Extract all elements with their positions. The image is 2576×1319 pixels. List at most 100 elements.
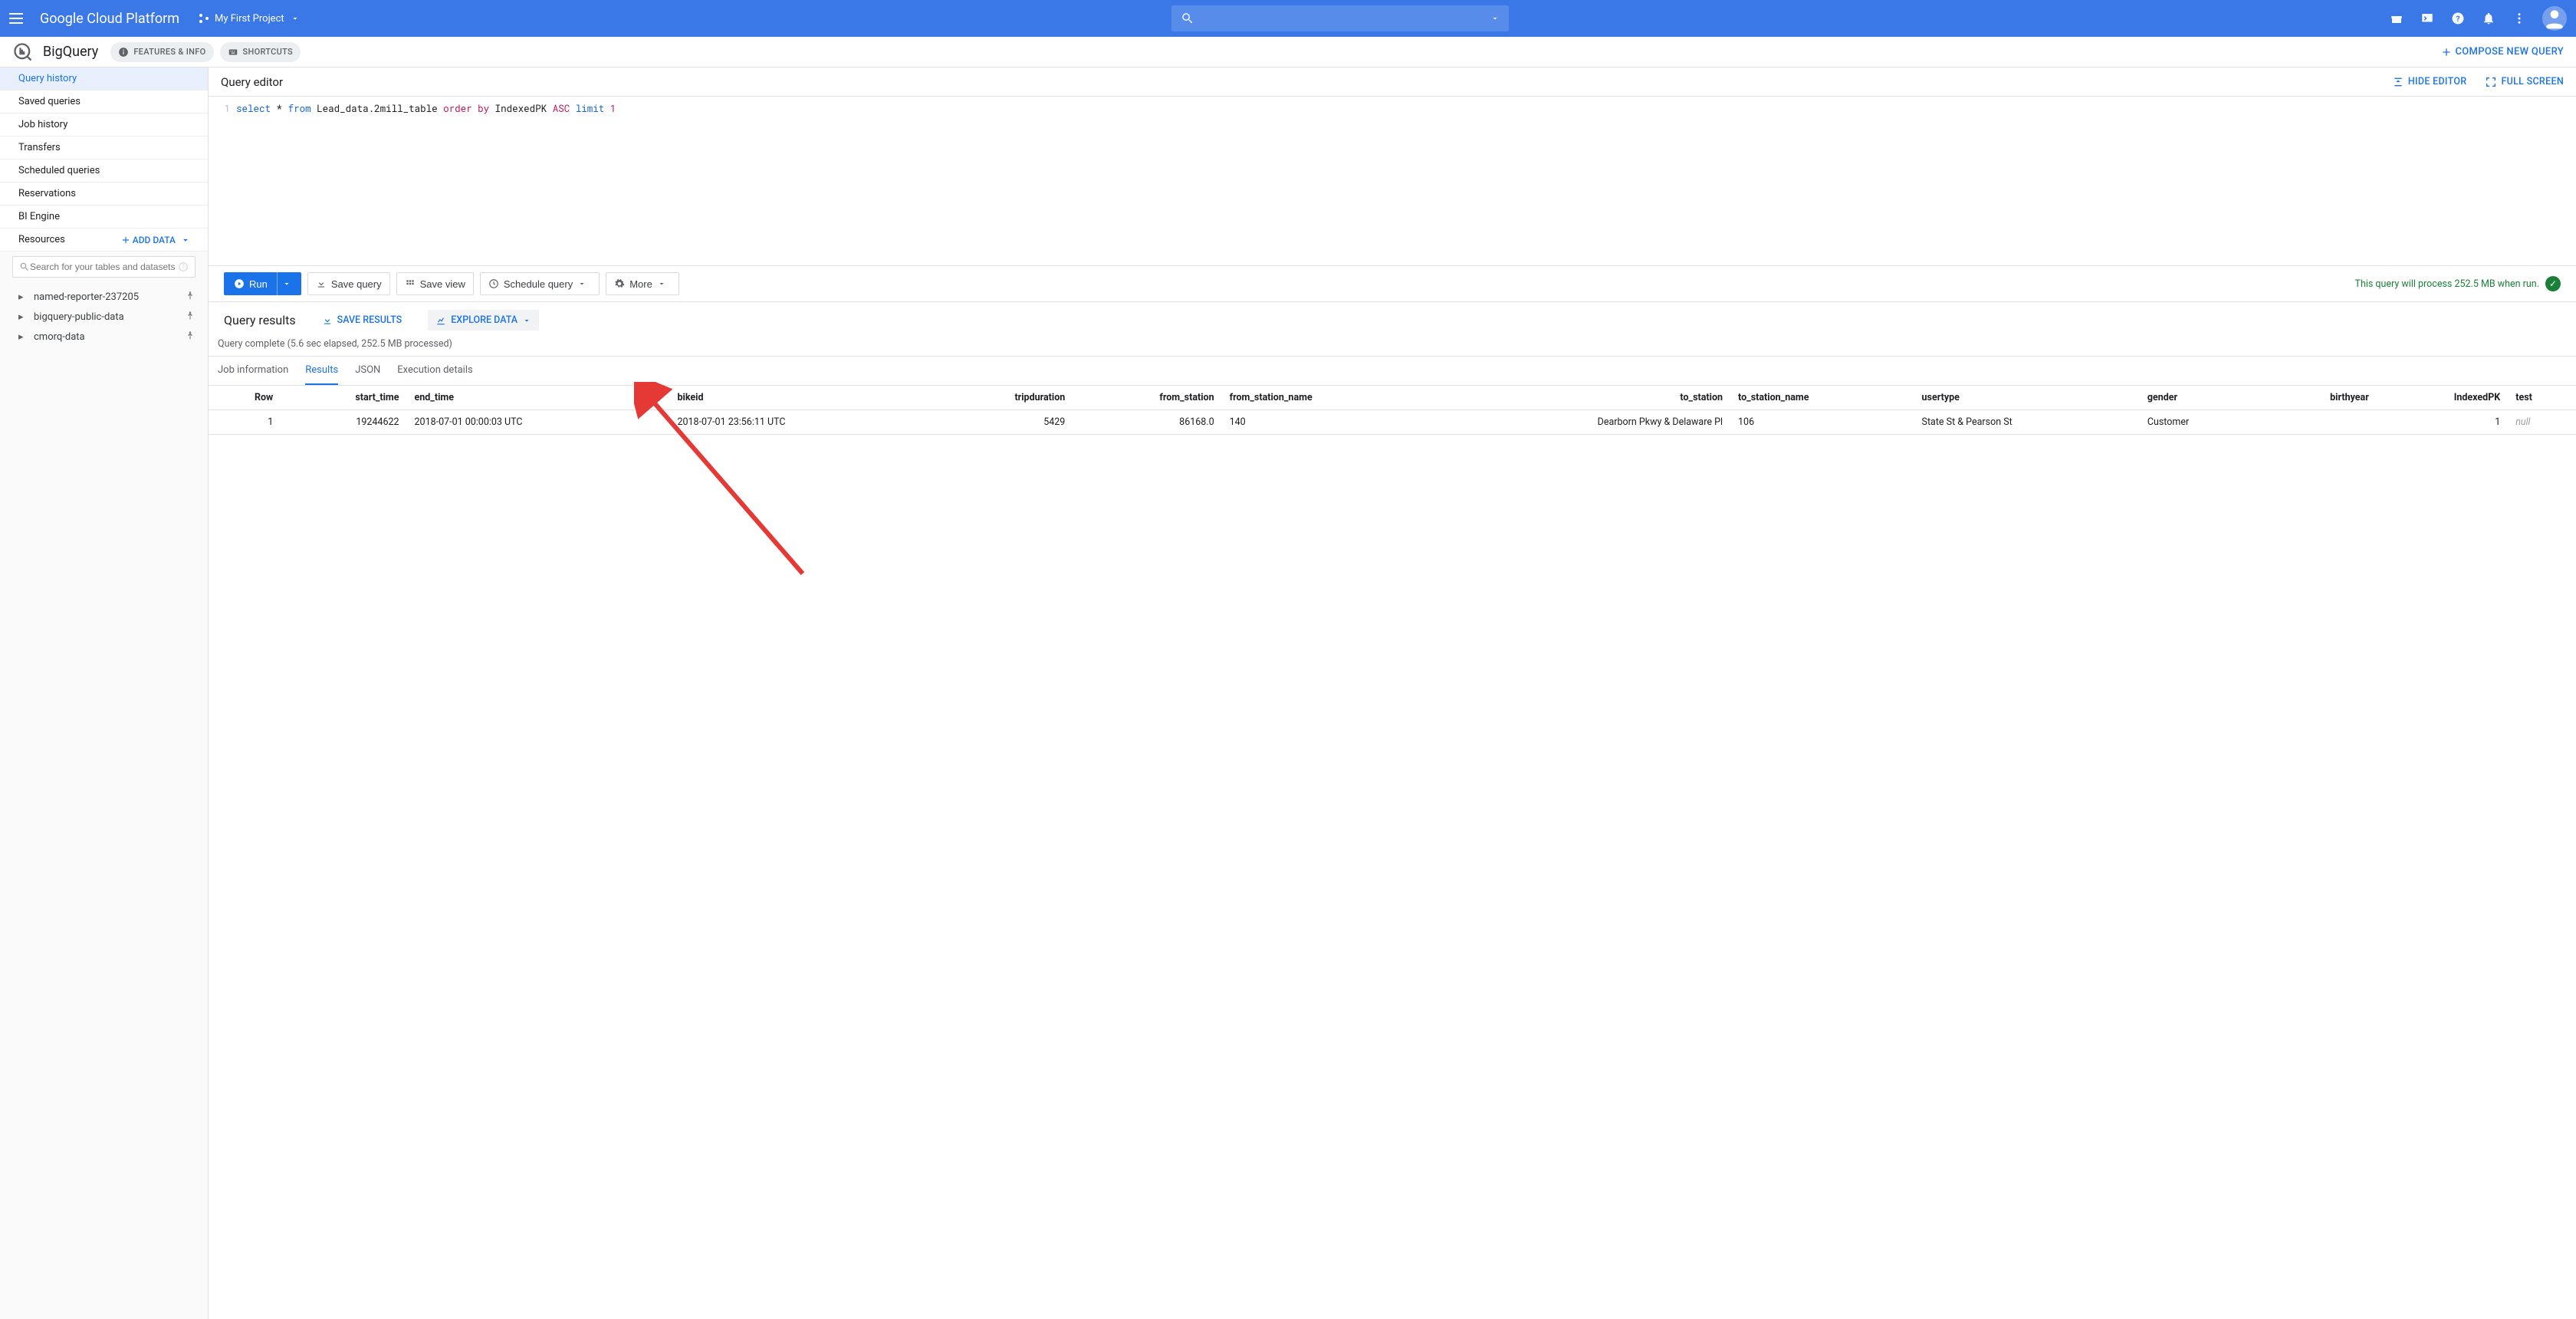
chevron-right-icon: ▸ [18,291,28,303]
chevron-right-icon: ▸ [18,311,28,323]
column-header[interactable]: gender [2140,386,2261,410]
column-header[interactable]: end_time [407,386,670,410]
column-header[interactable]: bikeid [669,386,932,410]
editor-toolbar: Run Save query Save view Schedule query [209,265,2576,302]
column-header[interactable]: IndexedPK [2377,386,2508,410]
help-icon[interactable]: ? [2450,11,2466,26]
plus-icon [120,235,131,245]
more-vert-icon[interactable] [2512,11,2527,26]
column-header[interactable]: to_station [1431,386,1730,410]
resource-search[interactable]: ? [12,256,196,278]
chevron-down-icon [657,279,666,288]
chevron-down-icon [282,279,291,288]
compose-query-button[interactable]: COMPOSE NEW QUERY [2440,46,2564,58]
brand-label: Google Cloud Platform [40,11,179,27]
global-search[interactable] [1171,5,1509,31]
query-status: Query complete (5.6 sec elapsed, 252.5 M… [209,335,2576,357]
pin-icon[interactable] [185,290,196,304]
sidebar-item[interactable]: Saved queries [0,90,208,113]
results-tabs: Job information Results JSON Execution deta… [209,357,2576,386]
table-cell: 106 [1730,410,1914,435]
editor-title: Query editor [221,75,283,89]
results-title: Query results [224,313,296,327]
plus-icon [2440,46,2453,58]
table-row[interactable]: 1192446222018-07-01 00:00:03 UTC2018-07-… [209,410,2576,435]
run-dropdown[interactable] [277,272,301,295]
sidebar-item[interactable]: Transfers [0,137,208,160]
save-results-button[interactable]: SAVE RESULTS [314,310,410,331]
project-name: My First Project [215,13,284,25]
shortcuts-button[interactable]: SHORTCUTS [220,42,301,62]
column-header[interactable]: start_time [281,386,406,410]
table-cell: 1 [209,410,281,435]
search-icon [1181,12,1194,25]
sql-code: select * from Lead_data.2mill_table orde… [236,103,616,259]
check-icon: ✓ [2545,276,2561,291]
pin-icon[interactable] [185,330,196,344]
help-icon[interactable]: ? [178,261,189,272]
resource-tree: ▸ named-reporter-237205 ▸ bigquery-public-d… [0,282,208,351]
results-table-wrap[interactable]: Rowstart_timeend_timebikeidtripdurationf… [209,386,2576,1319]
results-tab[interactable]: Execution details [397,357,472,385]
schedule-query-button[interactable]: Schedule query [480,272,600,295]
features-info-button[interactable]: FEATURES & INFO [110,42,213,62]
run-button[interactable]: Run [224,272,278,295]
column-header[interactable]: birthyear [2261,386,2377,410]
results-tab[interactable]: JSON [355,357,380,385]
add-data-button[interactable]: ADD DATA [120,235,192,245]
explore-data-button[interactable]: EXPLORE DATA [428,310,539,331]
column-header[interactable]: from_station_name [1222,386,1431,410]
notifications-icon[interactable] [2481,11,2496,26]
column-header[interactable]: to_station_name [1730,386,1914,410]
more-button[interactable]: More [606,272,679,295]
pin-icon[interactable] [185,310,196,324]
menu-icon[interactable] [9,9,28,28]
column-header[interactable]: test [2508,386,2576,410]
collapse-icon [2392,76,2404,88]
gcp-topbar: Google Cloud Platform My First Project ? [0,0,2576,37]
tree-label: cmorq-data [34,331,85,343]
tree-item[interactable]: ▸ bigquery-public-data [0,307,208,327]
sidebar-item[interactable]: Query history [0,67,208,90]
results-header: Query results SAVE RESULTS EXPLORE DATA [209,302,2576,335]
chevron-right-icon: ▸ [18,331,28,343]
hide-editor-button[interactable]: HIDE EDITOR [2392,76,2467,88]
save-query-button[interactable]: Save query [307,272,390,295]
results-tab[interactable]: Results [305,357,338,385]
table-cell [2261,410,2377,435]
table-cell: State St & Pearson St [1914,410,2140,435]
tree-item[interactable]: ▸ named-reporter-237205 [0,287,208,307]
column-header[interactable]: tripduration [932,386,1073,410]
sidebar-item[interactable]: Reservations [0,183,208,206]
table-cell: null [2508,410,2576,435]
user-avatar[interactable] [2542,6,2567,31]
sidebar-item[interactable]: Scheduled queries [0,160,208,183]
sidebar-item[interactable]: BI Engine [0,206,208,229]
chevron-down-icon [180,235,191,245]
column-header[interactable]: usertype [1914,386,2140,410]
chevron-down-icon [1490,14,1500,23]
sql-editor[interactable]: 1 select * from Lead_data.2mill_table or… [209,97,2576,265]
chevron-down-icon [577,279,586,288]
table-cell: 86168.0 [1073,410,1221,435]
tree-label: named-reporter-237205 [34,291,139,303]
main-panel: Query editor HIDE EDITOR FULL SCREEN 1 s… [209,67,2576,1319]
validation-text: This query will process 252.5 MB when ru… [2354,278,2539,290]
column-header[interactable]: Row [209,386,281,410]
tree-item[interactable]: ▸ cmorq-data [0,327,208,347]
sidebar-item[interactable]: Job history [0,113,208,137]
fullscreen-button[interactable]: FULL SCREEN [2485,76,2564,88]
table-cell: Customer [2140,410,2261,435]
table-cell: 2018-07-01 00:00:03 UTC [407,410,670,435]
cloud-shell-icon[interactable] [2420,11,2435,26]
project-selector[interactable]: My First Project [198,12,304,25]
resource-search-input[interactable] [30,261,178,272]
resources-header: Resources ADD DATA [0,229,208,252]
save-view-button[interactable]: Save view [396,272,474,295]
table-cell: 2018-07-01 23:56:11 UTC [669,410,932,435]
results-tab[interactable]: Job information [218,357,288,385]
clock-icon [488,278,499,289]
gift-icon[interactable] [2389,11,2404,26]
column-header[interactable]: from_station [1073,386,1221,410]
tree-label: bigquery-public-data [34,311,124,323]
